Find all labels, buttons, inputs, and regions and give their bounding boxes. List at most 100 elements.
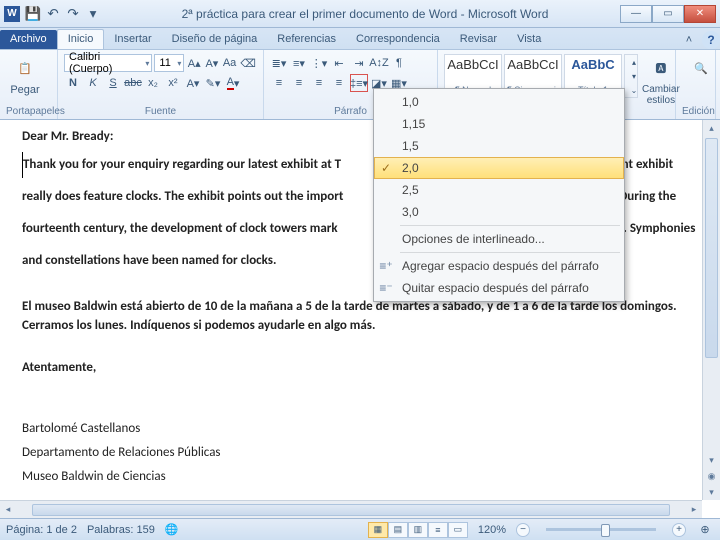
paste-button[interactable]: 📋 Pegar [6,54,44,96]
status-bar: Página: 1 de 2 Palabras: 159 🌐 ▦ ▤ ▥ ≡ ▭… [0,518,720,540]
view-draft[interactable]: ▭ [448,522,468,538]
align-right-button[interactable]: ≡ [310,74,328,92]
numbering-button[interactable]: ≡▾ [290,54,308,72]
ls-option-2-5[interactable]: 2,5 [374,179,624,201]
zoom-slider[interactable] [546,528,656,531]
tab-revisar[interactable]: Revisar [450,30,507,49]
tab-insertar[interactable]: Insertar [104,30,161,49]
ls-add-space-after[interactable]: ≡⁺Agregar espacio después del párrafo [374,255,624,277]
qat-undo-button[interactable]: ↶ [44,5,62,23]
group-editing-label: Edición [682,104,709,117]
paste-label: Pegar [10,84,39,96]
menu-separator [400,252,620,253]
doc-paragraph-5[interactable]: El museo Baldwin está abierto de 10 de l… [22,298,698,334]
check-icon: ✓ [381,161,391,175]
ribbon-minimize-button[interactable]: ˄ [680,31,698,49]
qat-customize-button[interactable]: ▾ [84,5,102,23]
shrink-font-button[interactable]: A▾ [204,54,220,72]
tab-inicio[interactable]: Inicio [57,29,105,49]
group-font-label: Fuente [64,104,257,117]
scroll-thumb[interactable] [705,138,718,358]
sort-button[interactable]: A↕Z [370,54,388,72]
minimize-button[interactable]: — [620,5,652,23]
styles-scroll-down[interactable]: ▾ [625,69,643,83]
font-size-dropdown[interactable]: 11 [154,54,184,72]
increase-indent-button[interactable]: ⇥ [350,54,368,72]
ls-option-1-0[interactable]: 1,0 [374,91,624,113]
view-outline[interactable]: ≡ [428,522,448,538]
strike-button[interactable]: abc [124,74,142,92]
tab-vista[interactable]: Vista [507,30,551,49]
scroll-up-button[interactable]: ▴ [703,120,720,136]
decrease-indent-button[interactable]: ⇤ [330,54,348,72]
font-name-dropdown[interactable]: Calibri (Cuerpo) [64,54,152,72]
qat-redo-button[interactable]: ↷ [64,5,82,23]
next-page-button[interactable]: ▾ [703,484,720,500]
ls-option-3-0[interactable]: 3,0 [374,201,624,223]
hscroll-thumb[interactable] [32,504,670,516]
change-styles-icon: 🅰 [647,54,675,82]
bold-button[interactable]: N [64,74,82,92]
help-button[interactable]: ? [702,31,720,49]
view-web[interactable]: ▥ [408,522,428,538]
multilevel-button[interactable]: ⋮▾ [310,54,328,72]
prev-page-button[interactable]: ◉ [703,468,720,484]
tab-correspondencia[interactable]: Correspondencia [346,30,450,49]
find-icon: 🔍 [687,54,715,82]
close-button[interactable]: ✕ [684,5,716,23]
clear-format-button[interactable]: ⌫ [239,54,257,72]
zoom-level[interactable]: 120% [478,524,506,536]
bullets-button[interactable]: ≣▾ [270,54,288,72]
italic-button[interactable]: K [84,74,102,92]
doc-signature-name[interactable]: Bartolomé Castellanos [22,420,698,438]
zoom-in-button[interactable]: + [672,523,686,537]
justify-button[interactable]: ≡ [330,74,348,92]
text-effects-button[interactable]: A▾ [184,74,202,92]
align-center-button[interactable]: ≡ [290,74,308,92]
vertical-scrollbar[interactable]: ▴ ▾ ◉ ▾ [702,120,720,500]
subscript-button[interactable]: x₂ [144,74,162,92]
view-print-layout[interactable]: ▦ [368,522,388,538]
doc-signature-dept[interactable]: Departamento de Relaciones Públicas [22,444,698,462]
superscript-button[interactable]: x² [164,74,182,92]
status-words[interactable]: Palabras: 159 [87,524,155,536]
ls-remove-space-after[interactable]: ≡⁻Quitar espacio después del párrafo [374,277,624,299]
qat-save-button[interactable]: 💾 [24,5,42,23]
window-controls: — ▭ ✕ [620,5,716,23]
highlight-button[interactable]: ✎▾ [204,74,222,92]
ls-option-1-15[interactable]: 1,15 [374,113,624,135]
change-case-button[interactable]: Aa [222,54,238,72]
horizontal-scrollbar[interactable]: ◂ ▸ [0,500,702,518]
view-full-screen[interactable]: ▤ [388,522,408,538]
change-styles-button[interactable]: 🅰 Cambiar estilos [642,54,680,106]
status-page[interactable]: Página: 1 de 2 [6,524,77,536]
editing-button[interactable]: 🔍 [682,54,720,82]
grow-font-button[interactable]: A▴ [186,54,202,72]
underline-button[interactable]: S [104,74,122,92]
ls-option-2-0[interactable]: ✓2,0 [374,157,624,179]
zoom-fit-button[interactable]: ⊕ [696,521,714,539]
group-font: Calibri (Cuerpo) 11 A▴ A▾ Aa ⌫ N K S abc… [58,50,264,119]
doc-signature-org[interactable]: Museo Baldwin de Ciencias [22,468,698,486]
change-styles-label: Cambiar estilos [642,84,680,106]
scroll-down-button[interactable]: ▾ [703,452,720,468]
tab-referencias[interactable]: Referencias [267,30,346,49]
tab-archivo[interactable]: Archivo [0,30,57,49]
styles-expand[interactable]: ⌄ [625,83,643,97]
maximize-button[interactable]: ▭ [652,5,684,23]
doc-closing[interactable]: Atentamente, [22,359,698,377]
scroll-right-button[interactable]: ▸ [686,504,702,515]
scroll-left-button[interactable]: ◂ [0,504,16,515]
tab-diseno-pagina[interactable]: Diseño de página [162,30,268,49]
word-app-icon: W [4,6,20,22]
zoom-out-button[interactable]: − [516,523,530,537]
styles-scroll-up[interactable]: ▴ [625,55,643,69]
font-color-button[interactable]: A▾ [224,74,242,92]
ls-options-link[interactable]: Opciones de interlineado... [374,228,624,250]
show-marks-button[interactable]: ¶ [390,54,408,72]
status-language-icon[interactable]: 🌐 [165,523,179,536]
window-title: 2ª práctica para crear el primer documen… [110,7,620,21]
line-spacing-button[interactable]: ‡≡▾ [350,74,368,92]
align-left-button[interactable]: ≡ [270,74,288,92]
ls-option-1-5[interactable]: 1,5 [374,135,624,157]
